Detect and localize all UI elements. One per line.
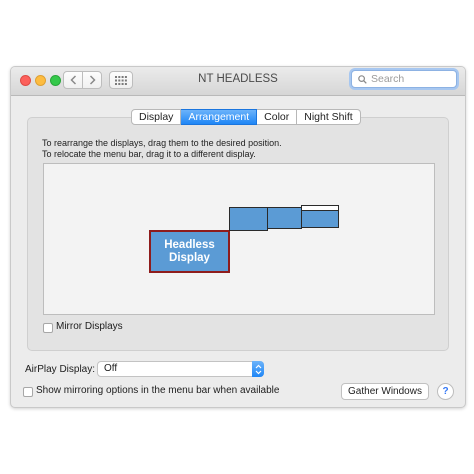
- show-all-button[interactable]: [109, 71, 133, 89]
- back-button[interactable]: [63, 71, 83, 89]
- display-3[interactable]: [267, 207, 302, 229]
- search-icon: [358, 74, 367, 84]
- chevron-right-icon: [89, 75, 96, 85]
- display-4[interactable]: [301, 205, 339, 228]
- mirror-displays-label: Mirror Displays: [56, 321, 123, 332]
- minimize-window-button[interactable]: [35, 75, 46, 86]
- menu-bar-indicator[interactable]: [302, 206, 338, 211]
- display-2[interactable]: [229, 207, 268, 231]
- search-placeholder: Search: [371, 73, 405, 85]
- instruction-rearrange: To rearrange the displays, drag them to …: [42, 138, 282, 148]
- tab-bar: Display Arrangement Color Night Shift: [131, 109, 361, 125]
- display-label-line1: Headless: [164, 238, 215, 251]
- instruction-menu-bar: To relocate the menu bar, drag it to a d…: [42, 149, 256, 159]
- arrangement-panel: To rearrange the displays, drag them to …: [27, 117, 449, 351]
- show-mirroring-label: Show mirroring options in the menu bar w…: [36, 385, 280, 396]
- select-arrows-icon: [252, 361, 264, 377]
- system-preferences-window: NT HEADLESS Search Display Arrangement C…: [10, 66, 466, 408]
- tab-color[interactable]: Color: [257, 109, 298, 125]
- search-field[interactable]: Search: [351, 70, 457, 88]
- grid-icon: [115, 75, 127, 85]
- forward-button[interactable]: [82, 71, 102, 89]
- help-button[interactable]: ?: [437, 383, 454, 400]
- window-title: NT HEADLESS: [198, 73, 278, 85]
- airplay-selected-value: Off: [104, 363, 118, 374]
- airplay-display-select[interactable]: Off: [97, 361, 264, 377]
- tab-night-shift[interactable]: Night Shift: [297, 109, 361, 125]
- display-label-line2: Display: [169, 251, 210, 264]
- mirror-displays-checkbox[interactable]: [43, 323, 53, 333]
- show-mirroring-checkbox[interactable]: [23, 387, 33, 397]
- chevron-left-icon: [69, 75, 76, 85]
- tab-arrangement[interactable]: Arrangement: [181, 109, 258, 125]
- close-window-button[interactable]: [20, 75, 31, 86]
- headless-display[interactable]: Headless Display: [149, 230, 230, 273]
- title-bar: NT HEADLESS Search: [11, 67, 465, 96]
- display-arrangement-area[interactable]: Headless Display: [43, 163, 435, 315]
- gather-windows-button[interactable]: Gather Windows: [341, 383, 429, 400]
- maximize-window-button[interactable]: [50, 75, 61, 86]
- tab-display[interactable]: Display: [131, 109, 182, 125]
- airplay-display-label: AirPlay Display:: [25, 364, 96, 375]
